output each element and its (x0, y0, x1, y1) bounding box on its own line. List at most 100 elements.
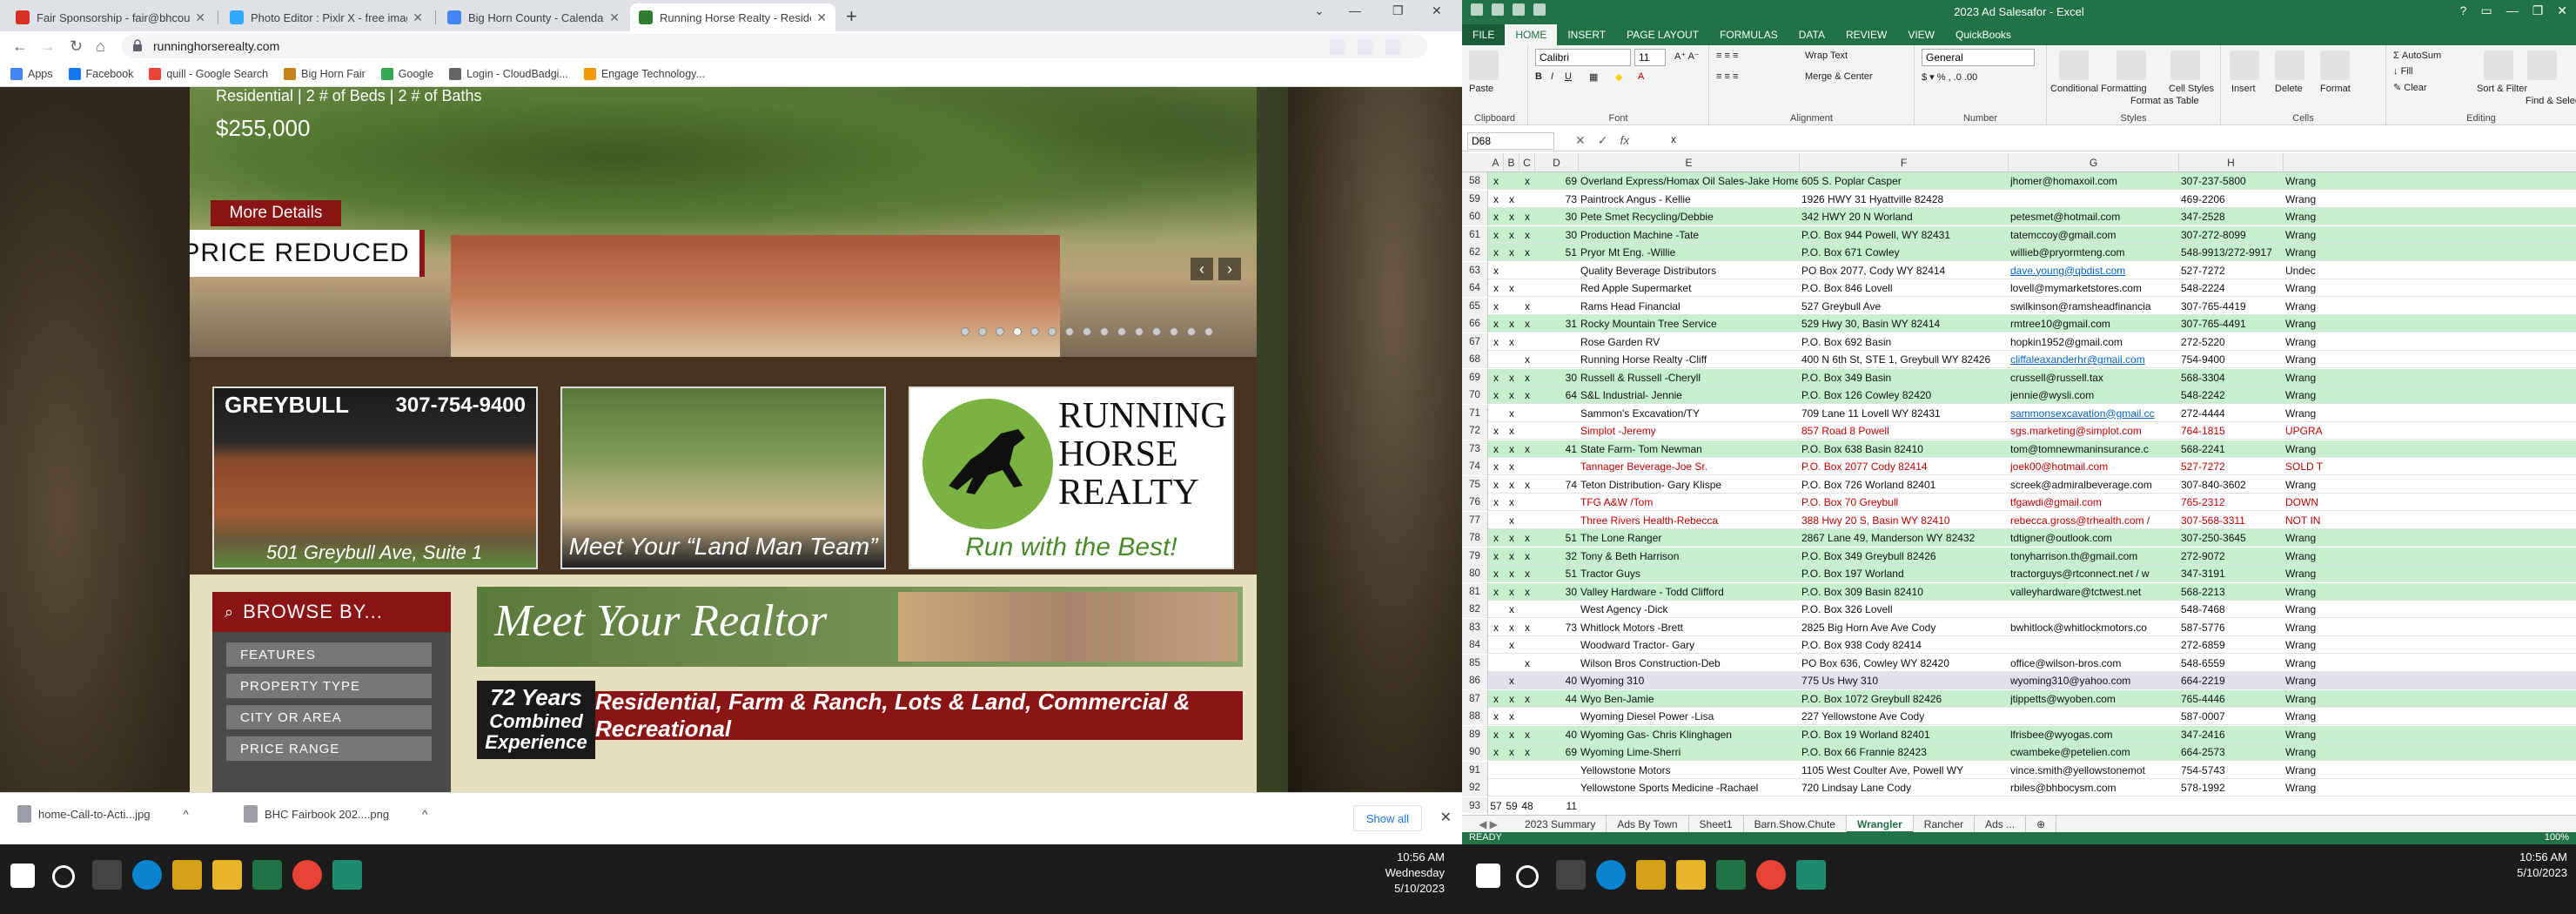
cell-f[interactable]: P.O. Box 1072 Greybull 82426 (1801, 690, 2007, 708)
cell-i[interactable]: Wrang (2285, 279, 2334, 297)
name-box[interactable]: D68 (1467, 132, 1554, 150)
sort-filter-icon[interactable] (2484, 50, 2513, 80)
cell-a[interactable] (1490, 351, 1502, 368)
cell-c[interactable]: 48 (1521, 797, 1533, 814)
cell-e[interactable]: West Agency -Dick (1580, 601, 1798, 618)
underline-icon[interactable]: U (1565, 71, 1572, 82)
cell-a[interactable] (1490, 636, 1502, 654)
ribbon-tab-formulas[interactable]: FORMULAS (1709, 24, 1788, 45)
cell-d[interactable] (1537, 762, 1577, 779)
cell-b[interactable]: x (1506, 386, 1518, 404)
cell-c[interactable]: x (1521, 226, 1533, 244)
ribbon-tab-page-layout[interactable]: PAGE LAYOUT (1616, 24, 1709, 45)
row-header[interactable]: 81 (1462, 582, 1488, 601)
close-window-icon[interactable]: ✕ (2557, 3, 2567, 18)
cell-g[interactable]: vince.smith@yellowstonemot (2010, 762, 2177, 779)
cell-h[interactable]: 469-2206 (2181, 191, 2282, 208)
cell-i[interactable]: Wrang (2285, 565, 2334, 582)
cell-b[interactable] (1506, 655, 1518, 672)
cell-d[interactable]: 40 (1537, 726, 1577, 743)
trophy-icon[interactable] (1636, 860, 1666, 890)
minimize-icon[interactable]: — (1349, 3, 1361, 17)
cell-h[interactable]: 548-9913/272-9917 (2181, 244, 2282, 261)
cell-i[interactable]: Wrang (2285, 690, 2334, 708)
cell-i[interactable]: Undec (2285, 262, 2334, 279)
clear-button[interactable]: ✎ Clear (2393, 82, 2427, 93)
cell-g[interactable]: tdtigner@outlook.com (2010, 529, 2177, 547)
cell-c[interactable]: x (1521, 208, 1533, 225)
cell-i[interactable]: Wrang (2285, 208, 2334, 225)
cell-i[interactable]: Wrang (2285, 386, 2334, 404)
add-sheet-icon[interactable]: ⊕ (2026, 815, 2057, 833)
cell-b[interactable]: x (1506, 226, 1518, 244)
cell-a[interactable]: x (1490, 726, 1502, 743)
borders-icon[interactable]: ▦ (1589, 71, 1598, 83)
cell-b[interactable]: x (1506, 548, 1518, 565)
cell-c[interactable] (1521, 672, 1533, 689)
bookmark-facebook[interactable]: Facebook (68, 67, 133, 80)
cell-g[interactable]: bwhitlock@whitlockmotors.co (2010, 619, 2177, 636)
cell-c[interactable] (1521, 458, 1533, 475)
cell-e[interactable] (1580, 797, 1798, 814)
cell-b[interactable]: x (1506, 529, 1518, 547)
format-table-icon[interactable] (2116, 50, 2146, 80)
sheet-tab[interactable]: Barn.Show.Chute (1744, 815, 1847, 833)
cell-b[interactable]: x (1506, 708, 1518, 725)
cell-a[interactable]: x (1490, 244, 1502, 261)
cell-e[interactable]: Red Apple Supermarket (1580, 279, 1798, 297)
cell-f[interactable]: 227 Yellowstone Ave Cody (1801, 708, 2007, 725)
cell-g[interactable] (2010, 636, 2177, 654)
cell-a[interactable] (1490, 655, 1502, 672)
cell-h[interactable]: 347-2416 (2181, 726, 2282, 743)
cell-c[interactable]: x (1521, 619, 1533, 636)
cell-e[interactable]: Pryor Mt Eng. -Willie (1580, 244, 1798, 261)
sheet-tab[interactable]: 2023 Summary (1514, 815, 1607, 833)
cell-h[interactable]: 272-5220 (2181, 333, 2282, 351)
zoom-level[interactable]: 100% (2545, 832, 2569, 843)
slide-dot[interactable] (1135, 327, 1144, 336)
bookmark-quill[interactable]: quill - Google Search (149, 67, 268, 80)
chevron-up-icon[interactable]: ^ (422, 808, 427, 821)
cell-f[interactable]: 720 Lindsay Lane Cody (1801, 779, 2007, 796)
bookmark-big-horn-fair[interactable]: Big Horn Fair (284, 67, 366, 80)
row-header[interactable]: 72 (1462, 422, 1488, 440)
bookmark-cloudbadging[interactable]: Login - CloudBadgi... (449, 67, 568, 80)
file-explorer-icon[interactable] (212, 860, 242, 890)
cell-c[interactable] (1521, 779, 1533, 796)
edge-icon[interactable] (132, 860, 162, 890)
grow-font-icon[interactable]: A⁺ A⁻ (1674, 50, 1700, 62)
cell-e[interactable]: Teton Distribution- Gary Klispe (1580, 476, 1798, 494)
cell-h[interactable]: 664-2573 (2181, 743, 2282, 761)
cell-e[interactable]: Wyoming Lime-Sherri (1580, 743, 1798, 761)
address-bar[interactable]: runninghorserealty.com (122, 34, 1427, 58)
cell-f[interactable]: P.O. Box 66 Frannie 82423 (1801, 743, 2007, 761)
cell-d[interactable]: 40 (1537, 672, 1577, 689)
sheet-tab[interactable]: Ads ... (1975, 815, 2027, 833)
cell-f[interactable] (1801, 797, 2007, 814)
cell-a[interactable] (1490, 762, 1502, 779)
cell-e[interactable]: Production Machine -Tate (1580, 226, 1798, 244)
cell-e[interactable]: Running Horse Realty -Cliff (1580, 351, 1798, 368)
cell-g[interactable]: jhomer@homaxoil.com (2010, 172, 2177, 190)
cell-d[interactable]: 69 (1537, 743, 1577, 761)
fill-color-icon[interactable]: ◆ (1615, 71, 1622, 83)
row-header[interactable]: 79 (1462, 547, 1488, 565)
cell-b[interactable]: x (1506, 636, 1518, 654)
browse-city-area[interactable]: CITY OR AREA (226, 705, 432, 729)
cell-d[interactable] (1537, 779, 1577, 796)
cell-a[interactable]: x (1490, 619, 1502, 636)
cell-d[interactable] (1537, 279, 1577, 297)
cell-d[interactable]: 51 (1537, 529, 1577, 547)
cell-d[interactable] (1537, 262, 1577, 279)
cell-f[interactable]: P.O. Box 326 Lovell (1801, 601, 2007, 618)
cell-f[interactable]: PO Box 636, Cowley WY 82420 (1801, 655, 2007, 672)
more-details-button[interactable]: More Details (211, 200, 341, 226)
browse-property-type[interactable]: PROPERTY TYPE (226, 674, 432, 698)
browser-tab[interactable]: Big Horn County - Calendar - Ju... ✕ (439, 3, 628, 31)
cell-a[interactable]: x (1490, 333, 1502, 351)
cell-i[interactable]: Wrang (2285, 619, 2334, 636)
slide-dot[interactable] (1170, 327, 1178, 336)
start-windows-icon[interactable] (1476, 864, 1500, 888)
row-header[interactable]: 86 (1462, 672, 1488, 689)
cell-a[interactable] (1490, 405, 1502, 422)
